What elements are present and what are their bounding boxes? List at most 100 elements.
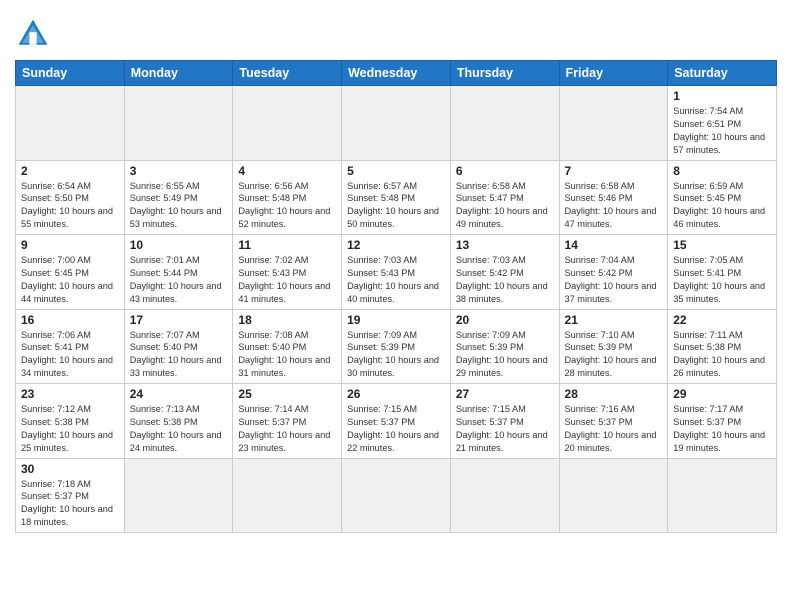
calendar-cell: 4 Sunrise: 6:56 AM Sunset: 5:48 PM Daylig… — [233, 160, 342, 235]
calendar-cell: 23 Sunrise: 7:12 AM Sunset: 5:38 PM Dayli… — [16, 384, 125, 459]
day-number: 28 — [565, 387, 663, 401]
column-header-monday: Monday — [124, 61, 233, 86]
calendar-cell: 1 Sunrise: 7:54 AM Sunset: 6:51 PM Daylig… — [668, 86, 777, 161]
day-info: Sunrise: 7:07 AM Sunset: 5:40 PM Dayligh… — [130, 329, 228, 381]
calendar-cell: 24Sunrise: 7:13 AM Sunset: 5:38 PM Dayli… — [124, 384, 233, 459]
day-number: 2 — [21, 164, 119, 178]
day-info: Sunrise: 7:12 AM Sunset: 5:38 PM Dayligh… — [21, 403, 119, 455]
day-number: 29 — [673, 387, 771, 401]
day-info: Sunrise: 6:56 AM Sunset: 5:48 PM Dayligh… — [238, 180, 336, 232]
calendar-cell — [668, 458, 777, 533]
calendar-week-row: 23 Sunrise: 7:12 AM Sunset: 5:38 PM Dayli… — [16, 384, 777, 459]
day-info: Sunrise: 7:05 AM Sunset: 5:41 PM Dayligh… — [673, 254, 771, 306]
day-number: 1 — [673, 89, 771, 103]
day-number: 5 — [347, 164, 445, 178]
day-info: Sunrise: 7:09 AM Sunset: 5:39 PM Dayligh… — [456, 329, 554, 381]
calendar-cell: 11 Sunrise: 7:02 AM Sunset: 5:43 PM Dayli… — [233, 235, 342, 310]
day-number: 8 — [673, 164, 771, 178]
day-info: Sunrise: 6:59 AM Sunset: 5:45 PM Dayligh… — [673, 180, 771, 232]
day-info: Sunrise: 7:14 AM Sunset: 5:37 PM Dayligh… — [238, 403, 336, 455]
calendar-cell — [124, 458, 233, 533]
day-number: 15 — [673, 238, 771, 252]
day-info: Sunrise: 7:03 AM Sunset: 5:42 PM Dayligh… — [456, 254, 554, 306]
calendar-cell: 17 Sunrise: 7:07 AM Sunset: 5:40 PM Dayli… — [124, 309, 233, 384]
day-info: Sunrise: 7:16 AM Sunset: 5:37 PM Dayligh… — [565, 403, 663, 455]
calendar-cell: 12 Sunrise: 7:03 AM Sunset: 5:43 PM Dayli… — [342, 235, 451, 310]
day-info: Sunrise: 7:54 AM Sunset: 6:51 PM Dayligh… — [673, 105, 771, 157]
day-info: Sunrise: 7:18 AM Sunset: 5:37 PM Dayligh… — [21, 478, 119, 530]
day-info: Sunrise: 6:58 AM Sunset: 5:47 PM Dayligh… — [456, 180, 554, 232]
day-number: 30 — [21, 462, 119, 476]
calendar-cell: 27 Sunrise: 7:15 AM Sunset: 5:37 PM Dayli… — [450, 384, 559, 459]
calendar-week-row: 9Sunrise: 7:00 AM Sunset: 5:45 PM Daylig… — [16, 235, 777, 310]
calendar-cell: 14 Sunrise: 7:04 AM Sunset: 5:42 PM Dayli… — [559, 235, 668, 310]
day-number: 18 — [238, 313, 336, 327]
day-number: 10 — [130, 238, 228, 252]
column-header-saturday: Saturday — [668, 61, 777, 86]
calendar-week-row: 16Sunrise: 7:06 AM Sunset: 5:41 PM Dayli… — [16, 309, 777, 384]
day-number: 23 — [21, 387, 119, 401]
calendar-cell: 20 Sunrise: 7:09 AM Sunset: 5:39 PM Dayli… — [450, 309, 559, 384]
day-number: 17 — [130, 313, 228, 327]
day-info: Sunrise: 7:04 AM Sunset: 5:42 PM Dayligh… — [565, 254, 663, 306]
day-number: 20 — [456, 313, 554, 327]
day-number: 11 — [238, 238, 336, 252]
day-info: Sunrise: 6:58 AM Sunset: 5:46 PM Dayligh… — [565, 180, 663, 232]
calendar-week-row: 1 Sunrise: 7:54 AM Sunset: 6:51 PM Daylig… — [16, 86, 777, 161]
day-info: Sunrise: 7:17 AM Sunset: 5:37 PM Dayligh… — [673, 403, 771, 455]
day-number: 26 — [347, 387, 445, 401]
calendar-cell: 13 Sunrise: 7:03 AM Sunset: 5:42 PM Dayli… — [450, 235, 559, 310]
calendar-cell — [559, 458, 668, 533]
calendar-week-row: 2 Sunrise: 6:54 AM Sunset: 5:50 PM Daylig… — [16, 160, 777, 235]
calendar-cell: 30 Sunrise: 7:18 AM Sunset: 5:37 PM Dayli… — [16, 458, 125, 533]
day-info: Sunrise: 7:15 AM Sunset: 5:37 PM Dayligh… — [347, 403, 445, 455]
calendar-cell — [342, 458, 451, 533]
day-number: 27 — [456, 387, 554, 401]
day-info: Sunrise: 7:11 AM Sunset: 5:38 PM Dayligh… — [673, 329, 771, 381]
calendar-cell: 15 Sunrise: 7:05 AM Sunset: 5:41 PM Dayli… — [668, 235, 777, 310]
calendar-cell: 9Sunrise: 7:00 AM Sunset: 5:45 PM Daylig… — [16, 235, 125, 310]
day-number: 19 — [347, 313, 445, 327]
day-info: Sunrise: 7:03 AM Sunset: 5:43 PM Dayligh… — [347, 254, 445, 306]
calendar-cell — [342, 86, 451, 161]
calendar-cell: 29 Sunrise: 7:17 AM Sunset: 5:37 PM Dayli… — [668, 384, 777, 459]
column-header-tuesday: Tuesday — [233, 61, 342, 86]
column-header-friday: Friday — [559, 61, 668, 86]
day-number: 13 — [456, 238, 554, 252]
day-info: Sunrise: 7:10 AM Sunset: 5:39 PM Dayligh… — [565, 329, 663, 381]
day-number: 4 — [238, 164, 336, 178]
calendar-cell: 25Sunrise: 7:14 AM Sunset: 5:37 PM Dayli… — [233, 384, 342, 459]
day-info: Sunrise: 6:57 AM Sunset: 5:48 PM Dayligh… — [347, 180, 445, 232]
calendar-cell: 3Sunrise: 6:55 AM Sunset: 5:49 PM Daylig… — [124, 160, 233, 235]
calendar: SundayMondayTuesdayWednesdayThursdayFrid… — [15, 60, 777, 533]
day-info: Sunrise: 7:06 AM Sunset: 5:41 PM Dayligh… — [21, 329, 119, 381]
calendar-cell: 28 Sunrise: 7:16 AM Sunset: 5:37 PM Dayli… — [559, 384, 668, 459]
day-info: Sunrise: 6:54 AM Sunset: 5:50 PM Dayligh… — [21, 180, 119, 232]
day-number: 6 — [456, 164, 554, 178]
day-info: Sunrise: 7:15 AM Sunset: 5:37 PM Dayligh… — [456, 403, 554, 455]
calendar-cell — [450, 458, 559, 533]
header — [15, 10, 777, 52]
day-number: 24 — [130, 387, 228, 401]
day-number: 12 — [347, 238, 445, 252]
calendar-header-row: SundayMondayTuesdayWednesdayThursdayFrid… — [16, 61, 777, 86]
calendar-cell: 10Sunrise: 7:01 AM Sunset: 5:44 PM Dayli… — [124, 235, 233, 310]
calendar-cell: 16Sunrise: 7:06 AM Sunset: 5:41 PM Dayli… — [16, 309, 125, 384]
calendar-cell: 26 Sunrise: 7:15 AM Sunset: 5:37 PM Dayli… — [342, 384, 451, 459]
calendar-cell: 5 Sunrise: 6:57 AM Sunset: 5:48 PM Daylig… — [342, 160, 451, 235]
day-info: Sunrise: 7:08 AM Sunset: 5:40 PM Dayligh… — [238, 329, 336, 381]
day-number: 22 — [673, 313, 771, 327]
calendar-cell: 6 Sunrise: 6:58 AM Sunset: 5:47 PM Daylig… — [450, 160, 559, 235]
column-header-wednesday: Wednesday — [342, 61, 451, 86]
calendar-cell: 19Sunrise: 7:09 AM Sunset: 5:39 PM Dayli… — [342, 309, 451, 384]
calendar-week-row: 30 Sunrise: 7:18 AM Sunset: 5:37 PM Dayli… — [16, 458, 777, 533]
calendar-cell: 2 Sunrise: 6:54 AM Sunset: 5:50 PM Daylig… — [16, 160, 125, 235]
calendar-cell — [124, 86, 233, 161]
day-info: Sunrise: 7:02 AM Sunset: 5:43 PM Dayligh… — [238, 254, 336, 306]
column-header-sunday: Sunday — [16, 61, 125, 86]
calendar-cell: 7 Sunrise: 6:58 AM Sunset: 5:46 PM Daylig… — [559, 160, 668, 235]
calendar-cell — [16, 86, 125, 161]
day-number: 7 — [565, 164, 663, 178]
logo-icon — [15, 16, 51, 52]
day-number: 14 — [565, 238, 663, 252]
